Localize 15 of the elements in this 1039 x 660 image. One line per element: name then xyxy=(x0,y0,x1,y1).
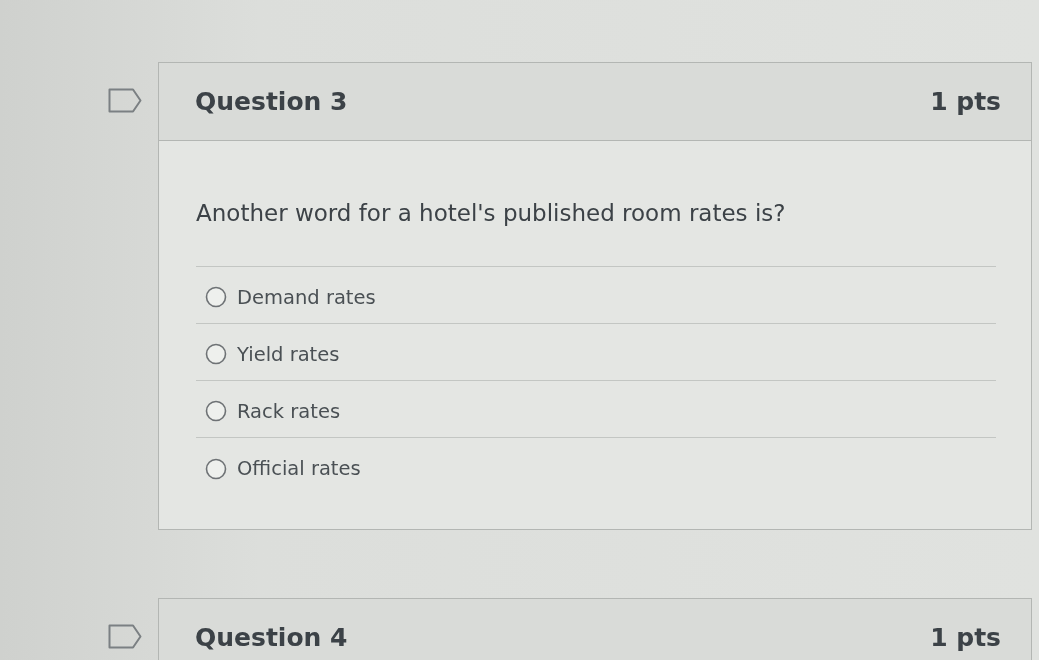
question-title: Question 3 xyxy=(195,87,348,116)
question-title: Question 4 xyxy=(195,623,348,652)
radio-button[interactable] xyxy=(205,457,227,480)
answer-label[interactable]: Yield rates xyxy=(237,342,340,366)
answer-label[interactable]: Official rates xyxy=(237,457,361,480)
question-text: Another word for a hotel's published room rates is? xyxy=(196,199,787,228)
radio-button[interactable] xyxy=(205,343,227,365)
answer-label[interactable]: Demand rates xyxy=(237,285,376,309)
points-label: 1 pts xyxy=(930,87,1001,116)
points-label: 1 pts xyxy=(930,623,1001,652)
tag-icon[interactable] xyxy=(108,88,142,113)
tag-icon[interactable] xyxy=(108,624,142,649)
radio-button[interactable] xyxy=(205,400,227,422)
answer-label[interactable]: Rack rates xyxy=(237,399,341,423)
radio-button[interactable] xyxy=(205,286,227,308)
